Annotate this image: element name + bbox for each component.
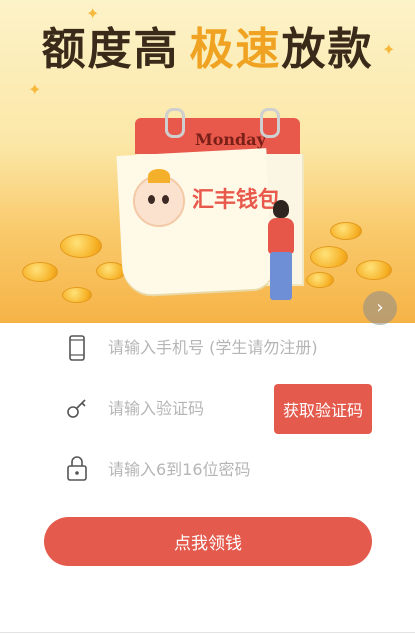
password-input[interactable] — [108, 460, 348, 479]
mascot-icon — [133, 169, 185, 227]
banner-headline: 额度高 极速放款 — [0, 24, 415, 75]
headline-part-3: 放款 — [281, 24, 374, 75]
coin-icon — [330, 222, 362, 240]
woman-illustration-legs — [270, 252, 292, 300]
coin-icon — [60, 234, 102, 258]
phone-icon — [69, 335, 85, 361]
coin-icon — [310, 246, 348, 268]
phone-row — [0, 318, 415, 378]
mascot-eye — [162, 195, 169, 204]
coin-icon — [22, 262, 58, 282]
calendar-ring-icon — [165, 108, 185, 138]
headline-part-2: 极速 — [189, 24, 282, 75]
mascot-eye — [148, 195, 155, 204]
password-row — [0, 438, 415, 498]
calendar-ring-icon — [260, 108, 280, 138]
sparkle-icon: ✦ — [28, 80, 42, 99]
calendar-day-label: Monday — [195, 130, 266, 149]
get-code-button[interactable]: 获取验证码 — [274, 384, 372, 434]
key-icon — [67, 399, 86, 418]
bottom-divider — [0, 632, 415, 633]
claim-money-button[interactable]: 点我领钱 — [44, 517, 372, 566]
calendar-page — [116, 148, 274, 296]
brand-name: 汇丰钱包 — [192, 188, 281, 213]
lock-icon — [67, 456, 87, 481]
verification-code-input[interactable] — [108, 399, 268, 418]
headline-part-1: 额度高 — [41, 24, 180, 75]
promo-banner: ✦ ✦ ✦ 额度高 极速放款 Monday 汇丰钱包 — [0, 0, 415, 323]
phone-input[interactable] — [108, 338, 348, 357]
coin-icon — [356, 260, 392, 280]
woman-illustration-head — [273, 200, 289, 218]
mascot-hat — [148, 169, 170, 183]
woman-illustration-body — [268, 218, 294, 254]
coin-icon — [62, 287, 92, 303]
sparkle-icon: ✦ — [86, 4, 100, 23]
chevron-right-icon: › — [376, 297, 384, 318]
coin-icon — [306, 272, 334, 288]
